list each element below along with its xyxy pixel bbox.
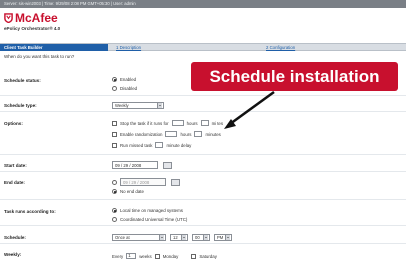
weekly-label: Weekly: — [4, 252, 22, 257]
randomization-text: Enable randomization — [120, 131, 163, 137]
start-date-input[interactable]: 09 / 29 / 2008 — [112, 161, 158, 169]
randomization-minutes-unit: minutes — [205, 131, 221, 137]
mcafee-shield-icon — [4, 13, 13, 23]
schedule-installation-callout: Schedule installation — [191, 62, 398, 91]
tab-configuration[interactable]: 2 Configuration — [262, 44, 295, 51]
weekly-row: Weekly: Every 1 weeks Monday Saturday — [0, 248, 406, 262]
randomization-minutes-input[interactable] — [194, 131, 203, 137]
missed-task-text: Run missed task — [120, 142, 153, 148]
schedule-type-value: Weekly — [115, 103, 129, 108]
stop-task-text: Stop the task if it runs for — [120, 120, 169, 126]
tab-client-task-builder[interactable]: Client Task Builder — [0, 44, 108, 51]
wizard-tabs: Client Task Builder 1 Description 2 Conf… — [0, 43, 406, 51]
schedule-ampm-value: PM — [217, 235, 224, 240]
header: McAfee ePolicy Orchestrator® 4.0 — [0, 8, 406, 39]
enabled-radio[interactable] — [112, 77, 117, 82]
schedule-hour-select[interactable]: 12 — [170, 234, 188, 241]
calendar-icon[interactable] — [163, 161, 172, 169]
schedule-hour-value: 12 — [173, 235, 178, 240]
stop-task-minutes-unit-tail: tes — [217, 120, 224, 126]
randomization-hours-unit: hours — [180, 131, 192, 137]
option-local-time[interactable]: Local time on managed systems — [112, 208, 183, 213]
schedule-label: Schedule: — [4, 235, 26, 240]
end-date-radio[interactable] — [112, 179, 117, 185]
tab-description[interactable]: 1 Description — [112, 44, 141, 51]
stop-task-minutes-input[interactable] — [200, 120, 209, 126]
option-missed-task[interactable]: Run missed task minute delay — [112, 142, 191, 148]
chevron-down-icon — [157, 103, 162, 108]
option-end-date[interactable]: 09 / 29 / 2008 — [112, 178, 180, 186]
stop-task-hours-input[interactable] — [171, 120, 184, 126]
brand-logo: McAfee — [4, 12, 58, 25]
no-end-date-label: No end date — [120, 189, 144, 194]
brand-name: McAfee — [15, 11, 58, 25]
option-stop-task[interactable]: Stop the task if it runs for hours mi te… — [112, 120, 223, 126]
utc-label: Coordinated Universal Time (UTC) — [120, 217, 188, 222]
product-name: ePolicy Orchestrator® 4.0 — [4, 26, 61, 31]
schedule-mode-select[interactable]: Once at — [112, 234, 166, 241]
missed-task-delay-input[interactable] — [155, 142, 164, 148]
options-label: Options: — [4, 121, 23, 126]
randomization-checkbox[interactable] — [112, 131, 117, 137]
schedule-type-row: Schedule type: Weekly — [0, 100, 406, 112]
option-no-end-date[interactable]: No end date — [112, 189, 144, 194]
option-randomization[interactable]: Enable randomization hours minutes — [112, 131, 221, 137]
disabled-label: Disabled — [120, 86, 138, 91]
schedule-minute-value: 00 — [195, 235, 200, 240]
end-date-label: End date: — [4, 180, 25, 185]
local-time-radio[interactable] — [112, 208, 117, 213]
chevron-down-icon — [225, 235, 230, 240]
stop-task-checkbox[interactable] — [112, 120, 117, 126]
option-utc[interactable]: Coordinated Universal Time (UTC) — [112, 217, 187, 222]
start-date-row: Start date: 09 / 29 / 2008 — [0, 159, 406, 172]
randomization-hours-input[interactable] — [165, 131, 178, 137]
schedule-type-label: Schedule type: — [4, 103, 37, 108]
timezone-row: Task runs according to: Local time on ma… — [0, 205, 406, 226]
calendar-icon[interactable] — [171, 178, 180, 186]
local-time-label: Local time on managed systems — [120, 208, 183, 213]
monday-checkbox[interactable] — [154, 253, 160, 259]
end-date-row: End date: 09 / 29 / 2008 No end date — [0, 176, 406, 200]
schedule-status-label: Schedule status: — [4, 78, 41, 83]
chevron-down-icon — [181, 235, 186, 240]
stop-task-hours-unit: hours — [186, 120, 198, 126]
no-end-date-radio[interactable] — [112, 189, 117, 194]
weekly-every-text: Every — [112, 253, 124, 259]
options-row: Options: Stop the task if it runs for ho… — [0, 117, 406, 155]
schedule-type-select[interactable]: Weekly — [112, 102, 164, 109]
missed-task-checkbox[interactable] — [112, 142, 117, 148]
monday-label: Monday — [162, 253, 179, 259]
saturday-checkbox[interactable] — [191, 253, 197, 259]
weekly-weeks-text: weeks — [139, 253, 152, 259]
schedule-row: Schedule: Once at 12 00 PM — [0, 231, 406, 244]
disabled-radio[interactable] — [112, 86, 117, 91]
status-bar-text: Server: sis-win2003 | Time: 9/29/08 2:08… — [4, 1, 136, 6]
option-disabled[interactable]: Disabled — [112, 86, 137, 91]
enabled-label: Enabled — [120, 77, 137, 82]
page-question: When do you want this task to run? — [4, 54, 75, 59]
utc-radio[interactable] — [112, 217, 117, 222]
stop-task-minutes-unit: mi — [211, 120, 217, 126]
schedule-ampm-select[interactable]: PM — [214, 234, 232, 241]
option-enabled[interactable]: Enabled — [112, 77, 136, 82]
chevron-down-icon — [159, 235, 164, 240]
start-date-label: Start date: — [4, 163, 27, 168]
schedule-minute-select[interactable]: 00 — [192, 234, 210, 241]
weekly-interval-input[interactable]: 1 — [126, 253, 137, 259]
end-date-input[interactable]: 09 / 29 / 2008 — [120, 178, 166, 186]
schedule-mode-value: Once at — [115, 235, 130, 240]
chevron-down-icon — [203, 235, 208, 240]
missed-task-delay-unit: minute delay — [166, 142, 192, 148]
status-bar: Server: sis-win2003 | Time: 9/29/08 2:08… — [0, 0, 406, 8]
saturday-label: Saturday — [199, 253, 217, 259]
timezone-label: Task runs according to: — [4, 209, 56, 214]
